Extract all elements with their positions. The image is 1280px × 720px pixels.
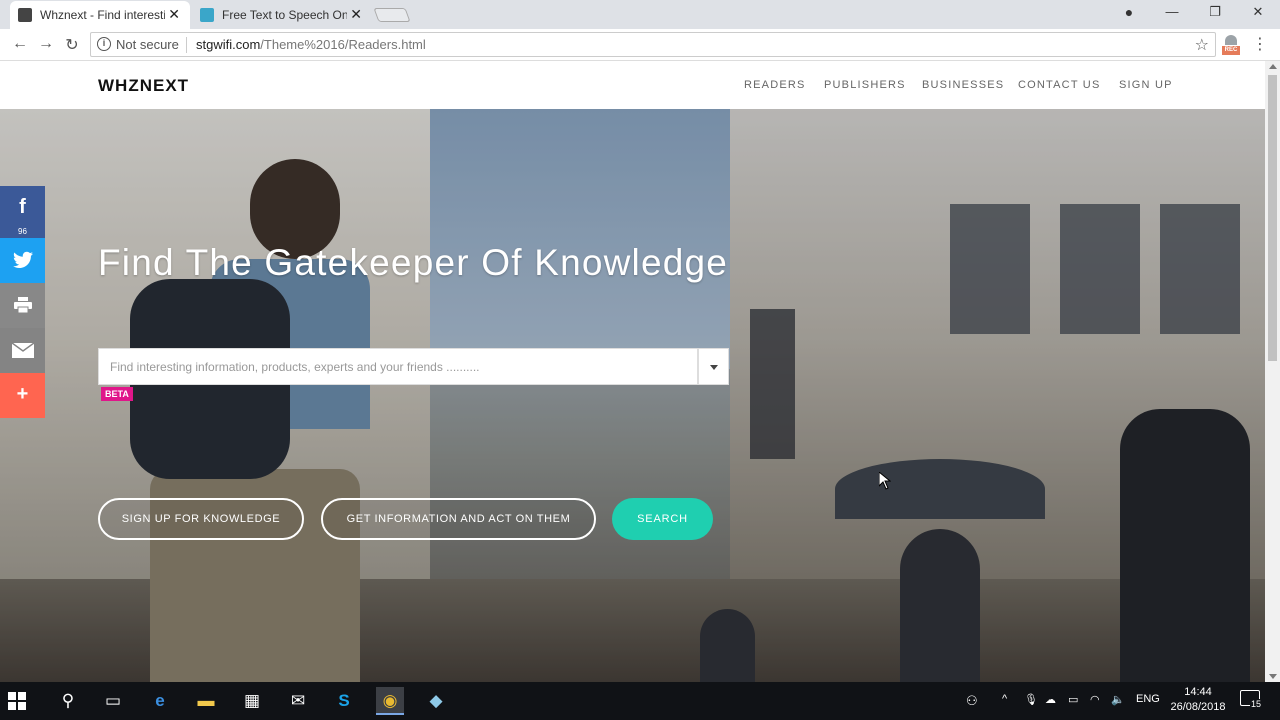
print-icon [13, 297, 32, 314]
sign-up-for-knowledge-button[interactable]: SIGN UP FOR KNOWLEDGE [98, 498, 304, 540]
site-logo[interactable]: WHZNEXT [98, 76, 189, 96]
edge-icon[interactable]: e [146, 687, 174, 715]
forward-icon[interactable]: → [36, 35, 56, 53]
facebook-icon: f [19, 196, 26, 218]
twitter-icon [12, 251, 33, 268]
print-share-button[interactable] [0, 283, 45, 328]
skype-icon[interactable]: S [330, 687, 358, 715]
twitter-share-button[interactable] [0, 238, 45, 283]
scrollbar-thumb[interactable] [1268, 75, 1277, 361]
address-bar[interactable]: i Not secure stgwifi.com/Theme%2016/Read… [90, 32, 1216, 57]
text-to-speech-favicon-icon [200, 8, 214, 22]
recorder-extension-icon[interactable]: REC [1222, 35, 1240, 55]
plus-icon: + [16, 383, 29, 405]
social-share-bar: f 96 + [0, 186, 45, 418]
tab-whznext[interactable]: Whznext - Find interesting ✕ [10, 1, 190, 29]
onedrive-icon[interactable]: ☁ [1045, 693, 1056, 706]
search-dropdown-button[interactable] [698, 348, 729, 385]
store-icon[interactable]: ▦ [238, 687, 266, 715]
facebook-share-button[interactable]: f 96 [0, 186, 45, 238]
get-information-button[interactable]: GET INFORMATION AND ACT ON THEM [321, 498, 596, 540]
close-tab-icon[interactable]: ✕ [168, 6, 180, 23]
mail-icon[interactable]: ✉ [284, 687, 312, 715]
nav-contact-us[interactable]: CONTACT US [1018, 79, 1101, 91]
close-window-icon[interactable]: ✕ [1248, 4, 1268, 20]
scroll-up-icon[interactable] [1269, 64, 1277, 69]
security-label[interactable]: Not secure [116, 37, 179, 52]
info-icon[interactable]: i [97, 37, 111, 51]
clock-time: 14:44 [1184, 686, 1212, 698]
volume-icon[interactable]: 🔈 [1111, 693, 1125, 706]
chrome-menu-icon[interactable]: ⋮ [1252, 34, 1268, 54]
microphone-icon[interactable]: 🎙 [1024, 693, 1038, 706]
search-icon[interactable]: ⚲ [54, 687, 82, 715]
language-indicator[interactable]: ENG [1136, 693, 1160, 705]
facebook-share-count: 96 [18, 227, 27, 236]
windows-start-icon[interactable] [8, 692, 26, 710]
profile-icon[interactable]: ● [1119, 4, 1139, 20]
caret-down-icon [710, 365, 718, 370]
show-hidden-icons-icon[interactable]: ^ [1002, 693, 1007, 705]
browser-titlebar: Whznext - Find interesting ✕ Free Text t… [0, 0, 1280, 29]
divider [186, 37, 187, 53]
tab-title: Free Text to Speech Onlin [222, 8, 347, 22]
nav-sign-up[interactable]: SIGN UP [1119, 79, 1173, 91]
back-icon[interactable]: ← [10, 35, 30, 53]
browser-toolbar: ← → ↻ i Not secure stgwifi.com/Theme%201… [0, 29, 1280, 61]
email-share-button[interactable] [0, 328, 45, 373]
mouse-cursor-icon [879, 472, 891, 490]
tab-text-to-speech[interactable]: Free Text to Speech Onlin ✕ [192, 1, 372, 29]
reload-icon[interactable]: ↻ [62, 35, 82, 55]
hero-section: Find The Gatekeeper Of Knowledge BETA SI… [0, 109, 1265, 682]
app-icon[interactable]: ◆ [422, 687, 450, 715]
hero-headline: Find The Gatekeeper Of Knowledge [98, 242, 729, 283]
people-icon[interactable]: ⚇ [966, 693, 978, 709]
more-share-button[interactable]: + [0, 373, 45, 418]
nav-businesses[interactable]: BUSINESSES [922, 79, 1004, 91]
clock-date: 26/08/2018 [1170, 701, 1226, 713]
minimize-icon[interactable]: — [1162, 4, 1182, 19]
web-page: WHZNEXT READERS PUBLISHERS BUSINESSES CO… [0, 61, 1265, 682]
hero-background [0, 109, 1265, 682]
task-view-icon[interactable]: ▭ [99, 687, 127, 715]
wifi-icon[interactable]: ◠ [1090, 693, 1100, 706]
close-tab-icon[interactable]: ✕ [350, 6, 362, 23]
scroll-down-icon[interactable] [1269, 674, 1277, 679]
taskbar-clock[interactable]: 14:44 26/08/2018 [1168, 685, 1228, 715]
nav-publishers[interactable]: PUBLISHERS [824, 79, 906, 91]
restore-icon[interactable]: ❐ [1205, 4, 1225, 20]
tab-title: Whznext - Find interesting [40, 8, 165, 22]
windows-taskbar: ⚲ ▭ e ▬ ▦ ✉ S ◉ ◆ ⚇ ^ 🎙 ☁ ▭ ◠ 🔈 ENG 14:4… [0, 682, 1280, 720]
search-button[interactable]: SEARCH [612, 498, 713, 540]
search-box [98, 348, 698, 385]
file-explorer-icon[interactable]: ▬ [192, 687, 220, 715]
search-input[interactable] [99, 349, 697, 384]
page-scrollbar[interactable] [1265, 61, 1280, 682]
beta-badge: BETA [101, 387, 133, 401]
bookmark-star-icon[interactable]: ☆ [1195, 35, 1209, 55]
email-icon [11, 342, 34, 358]
url-text[interactable]: stgwifi.com/Theme%2016/Readers.html [196, 37, 426, 52]
site-header: WHZNEXT READERS PUBLISHERS BUSINESSES CO… [0, 61, 1265, 109]
notification-count: 15 [1250, 699, 1263, 709]
nav-readers[interactable]: READERS [744, 79, 806, 91]
chrome-icon[interactable]: ◉ [376, 687, 404, 715]
battery-icon[interactable]: ▭ [1068, 693, 1078, 706]
whznext-favicon-icon [18, 8, 32, 22]
new-tab-button[interactable] [373, 8, 411, 22]
